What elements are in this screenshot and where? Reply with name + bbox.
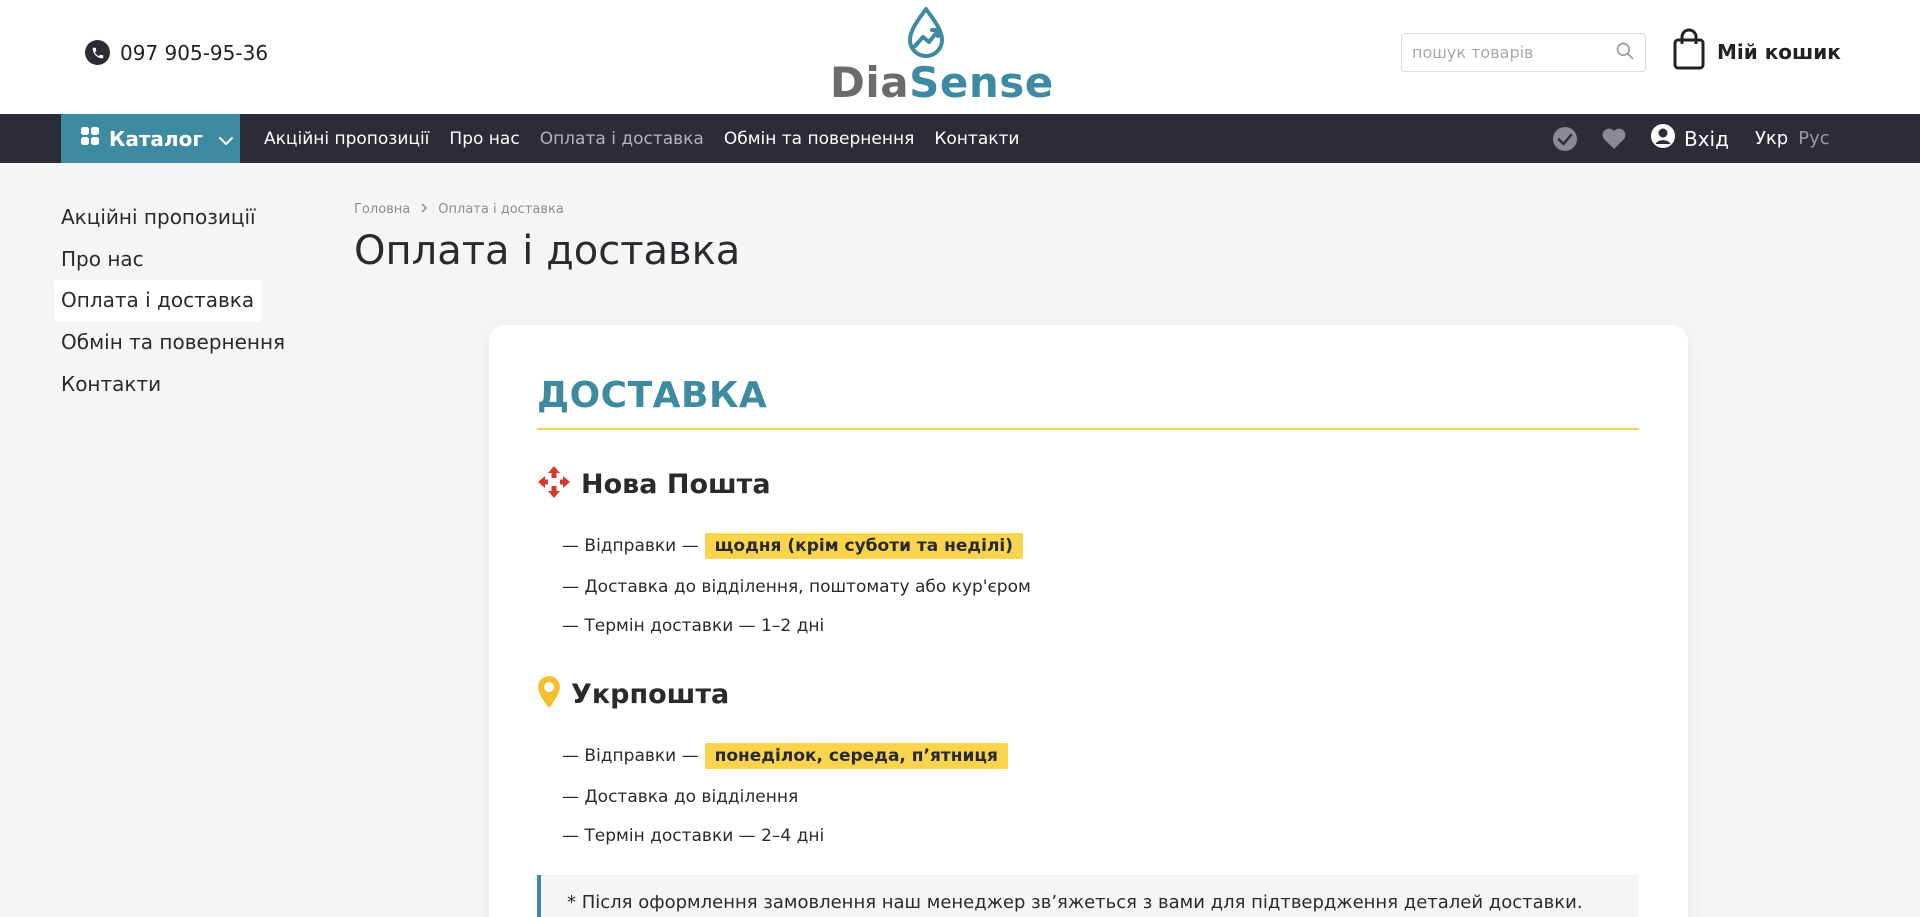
login-label: Вхід xyxy=(1684,126,1729,151)
phone-number: 097 905-95-36 xyxy=(120,40,269,65)
delivery-card: ДОСТАВКА Нова Пошта — Відправки — щодня … xyxy=(489,325,1688,917)
ukrposhta-delivery-type: — Доставка до відділення xyxy=(562,787,799,807)
nav-link-contacts[interactable]: Контакти xyxy=(934,129,1019,149)
section-divider xyxy=(537,428,1639,430)
logo-sense: Sense xyxy=(909,58,1054,107)
heart-icon[interactable] xyxy=(1601,126,1627,152)
carrier-nova-poshta: Нова Пошта xyxy=(537,465,771,503)
ukrposhta-name: Укрпошта xyxy=(571,678,730,710)
carrier-ukrposhta: Укрпошта xyxy=(537,675,729,713)
sidebar-item-exchange-return[interactable]: Обмін та повернення xyxy=(61,322,285,364)
delivery-section-title: ДОСТАВКА xyxy=(537,375,768,416)
nova-poshta-delivery-time: — Термін доставки — 1–2 дні xyxy=(562,616,825,636)
schedule-highlight: понеділок, середа, п’ятниця xyxy=(704,743,1008,769)
logo-drop-icon xyxy=(908,7,944,58)
phone-icon xyxy=(85,40,110,65)
delivery-note: * Після оформлення замовлення наш менедж… xyxy=(537,875,1639,917)
login-button[interactable]: Вхід xyxy=(1650,123,1729,154)
lang-ukr[interactable]: Укр xyxy=(1755,128,1788,149)
nova-poshta-name: Нова Пошта xyxy=(581,468,771,500)
catalog-button[interactable]: Каталог xyxy=(61,114,240,163)
schedule-highlight: щодня (крім суботи та неділі) xyxy=(704,533,1024,559)
ukrposhta-schedule: — Відправки — понеділок, середа, п’ятниц… xyxy=(562,743,1008,769)
lang-rus[interactable]: Рус xyxy=(1798,128,1829,149)
nav-link-about[interactable]: Про нас xyxy=(449,129,519,149)
catalog-label: Каталог xyxy=(109,126,203,151)
location-pin-icon xyxy=(537,675,561,713)
nav-link-exchange-return[interactable]: Обмін та повернення xyxy=(724,129,914,149)
breadcrumb-home[interactable]: Головна xyxy=(354,202,410,217)
sidebar-item-contacts[interactable]: Контакти xyxy=(61,364,285,406)
shopping-bag-icon xyxy=(1673,28,1705,75)
logo-wordmark: DiaSense xyxy=(830,62,1054,104)
nav-link-payment-delivery[interactable]: Оплата і доставка xyxy=(540,129,704,149)
ukrposhta-delivery-time: — Термін доставки — 2–4 дні xyxy=(562,826,825,846)
nova-poshta-logo-icon xyxy=(537,465,571,503)
nav-user-tools: Вхід Укр Рус xyxy=(1552,114,1830,163)
compare-check-icon[interactable] xyxy=(1552,126,1578,152)
schedule-prefix: — Відправки — xyxy=(562,746,699,766)
search-icon[interactable] xyxy=(1615,41,1635,65)
cart-button[interactable]: Мій кошик xyxy=(1673,28,1841,75)
sidebar-item-about[interactable]: Про нас xyxy=(61,239,285,281)
nova-poshta-schedule: — Відправки — щодня (крім суботи та неді… xyxy=(562,533,1024,559)
breadcrumb-current: Оплата і доставка xyxy=(438,202,564,217)
site-header: 097 905-95-36 DiaSense Мій кошик xyxy=(0,0,1920,114)
sidebar-item-payment-delivery[interactable]: Оплата і доставка xyxy=(54,280,262,323)
nav-link-promotions[interactable]: Акційні пропозиції xyxy=(264,129,429,149)
chevron-right-icon xyxy=(420,202,428,217)
page-title: Оплата і доставка xyxy=(354,228,741,274)
search-box xyxy=(1401,33,1646,72)
nova-poshta-delivery-type: — Доставка до відділення, поштомату або … xyxy=(562,577,1031,597)
site-logo[interactable]: DiaSense xyxy=(830,6,1053,104)
sidebar-menu: Акційні пропозиції Про нас Оплата і дост… xyxy=(54,197,285,406)
nav-links: Акційні пропозиції Про нас Оплата і дост… xyxy=(264,114,1019,163)
grid-icon xyxy=(80,126,100,151)
schedule-prefix: — Відправки — xyxy=(562,536,699,556)
user-icon xyxy=(1650,123,1676,154)
cart-label: Мій кошик xyxy=(1717,39,1841,64)
logo-dia: Dia xyxy=(830,58,910,107)
sidebar-item-promotions[interactable]: Акційні пропозиції xyxy=(61,197,285,239)
main-nav: Каталог Акційні пропозиції Про нас Оплат… xyxy=(0,114,1920,163)
chevron-down-icon xyxy=(218,127,234,151)
breadcrumb: Головна Оплата і доставка xyxy=(354,202,564,217)
search-input[interactable] xyxy=(1412,43,1615,62)
phone-contact[interactable]: 097 905-95-36 xyxy=(85,40,268,65)
